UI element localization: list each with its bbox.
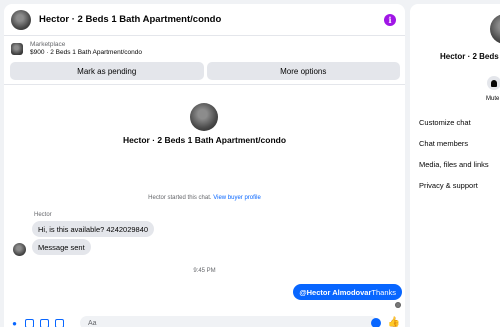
chat-title[interactable]: Hector · 2 Beds 1 Bath Apartment/condo — [39, 14, 221, 25]
side-title: Hector · 2 Beds 1 Bath Apartment/condo — [440, 52, 500, 61]
view-buyer-profile-link[interactable]: View buyer profile — [213, 195, 261, 201]
incoming-message[interactable]: Hi, is this available? 4242029840 — [32, 221, 155, 237]
thumbs-up-icon[interactable]: 👍 — [388, 317, 400, 327]
gif-icon[interactable] — [55, 319, 64, 327]
message-input[interactable]: Aa — [80, 316, 378, 327]
chat-members-item[interactable]: Chat members — [419, 139, 468, 148]
mention[interactable]: @Hector Almodovar — [299, 288, 371, 297]
chat-details-panel: Hector · 2 Beds 1 Bath Apartment/condo M… — [410, 4, 500, 327]
outgoing-text: Thanks — [371, 287, 396, 297]
side-avatar[interactable] — [490, 14, 500, 44]
emoji-icon[interactable] — [371, 318, 381, 327]
action-buttons: Mark as pending More options — [10, 62, 400, 80]
listing-label: Marketplace — [30, 41, 66, 48]
customize-chat-item[interactable]: Customize chat — [419, 118, 471, 127]
message-timestamp: 9:45 PM — [193, 268, 216, 274]
composer: ● Aa 👍 — [4, 316, 405, 327]
listing-text: Marketplace $900 · 2 Beds 1 Bath Apartme… — [30, 41, 142, 57]
outgoing-message[interactable]: @Hector Almodovar Thanks — [293, 284, 402, 300]
gallery-icon[interactable] — [25, 319, 34, 327]
profile-title: Hector · 2 Beds 1 Bath Apartment/condo — [122, 135, 287, 145]
listing-thumbnail — [11, 43, 23, 55]
more-options-button[interactable]: More options — [206, 62, 400, 80]
profile-avatar[interactable] — [190, 103, 218, 131]
info-icon[interactable]: i — [384, 14, 396, 26]
microphone-icon[interactable]: ● — [10, 319, 19, 327]
divider — [4, 84, 405, 85]
mute-button[interactable] — [487, 76, 500, 90]
sticker-icon[interactable] — [40, 319, 49, 327]
sender-avatar — [13, 243, 26, 256]
privacy-support-item[interactable]: Privacy & support — [419, 181, 478, 190]
incoming-message[interactable]: Message sent — [32, 239, 91, 255]
chat-started-notice: Hector started this chat. View buyer pro… — [4, 195, 405, 201]
media-files-links-item[interactable]: Media, files and links — [419, 160, 489, 169]
marketplace-listing[interactable]: Marketplace $900 · 2 Beds 1 Bath Apartme… — [4, 37, 405, 61]
chat-started-text: Hector started this chat. — [148, 195, 212, 201]
listing-details: $900 · 2 Beds 1 Bath Apartment/condo — [30, 49, 143, 56]
chat-panel: Hector · 2 Beds 1 Bath Apartment/condo i… — [4, 4, 405, 327]
bell-icon — [491, 79, 497, 87]
seen-avatar-icon — [395, 302, 401, 308]
mark-as-pending-button[interactable]: Mark as pending — [10, 62, 204, 80]
sender-name: Hector — [34, 212, 52, 218]
mute-label: Mute — [486, 96, 500, 102]
avatar[interactable] — [11, 9, 31, 30]
chat-header: Hector · 2 Beds 1 Bath Apartment/condo i — [4, 4, 405, 36]
